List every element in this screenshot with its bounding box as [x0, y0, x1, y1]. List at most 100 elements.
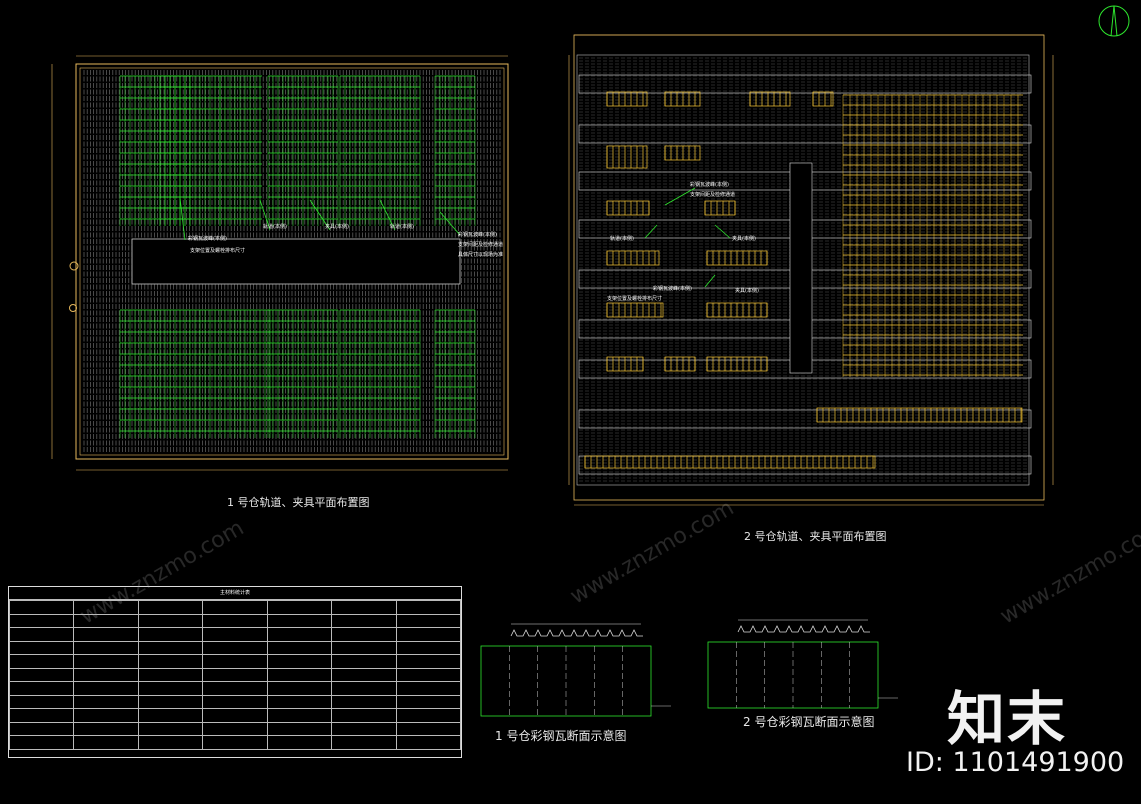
table-cell	[137, 735, 204, 750]
table-cell	[73, 667, 139, 682]
table-cell	[202, 735, 268, 750]
table-cell	[202, 681, 268, 696]
table-cell	[202, 721, 268, 736]
callout-label: 支架位置及螺栓排布尺寸	[190, 247, 245, 254]
table-cell	[266, 667, 333, 682]
table-cell	[8, 735, 75, 750]
table-cell	[266, 627, 333, 642]
table-cell	[395, 667, 462, 682]
plan-2-drawing: 彩钢瓦波峰(本侧) 支架间距及检修通道轨道(本侧) 夹具(本侧) 彩钢瓦波峰(本侧) 夹…	[568, 34, 1054, 506]
callout-label: 夹具(本侧)	[732, 235, 756, 242]
table-row	[8, 721, 462, 736]
table-cell	[73, 735, 139, 750]
table-cell	[331, 667, 397, 682]
table-cell	[202, 667, 268, 682]
table-cell	[137, 613, 204, 628]
hook-symbol	[69, 304, 77, 312]
table-row	[8, 640, 462, 655]
table-cell	[331, 654, 397, 669]
table-cell	[395, 735, 462, 750]
table-cell	[395, 708, 462, 723]
table-cell	[395, 681, 462, 696]
clamp-block	[706, 302, 768, 318]
table-cell	[202, 627, 268, 642]
purlin-band	[578, 455, 1032, 475]
section-2-drawing	[707, 619, 898, 709]
table-cell	[8, 708, 75, 723]
section-1-title: 1 号仓彩钢瓦断面示意图	[495, 729, 627, 743]
callout-label: 轨道(本侧)	[263, 223, 287, 230]
table-cell	[8, 694, 75, 709]
callout-label: 支架位置及螺栓排布尺寸	[607, 295, 662, 302]
table-cell	[331, 681, 397, 696]
table-cell	[395, 600, 462, 615]
table-cell	[8, 681, 75, 696]
callout-label: 彩钢瓦波峰(本侧)	[690, 181, 729, 188]
table-cell	[202, 708, 268, 723]
table-cell	[266, 654, 333, 669]
table-cell	[73, 627, 139, 642]
table-cell	[137, 721, 204, 736]
table-cell	[8, 613, 75, 628]
table-cell	[73, 694, 139, 709]
table-cell	[266, 721, 333, 736]
callout-label: 夹具(本侧)	[735, 287, 759, 294]
watermark-id: ID: 1101491900	[906, 747, 1125, 778]
column-strip	[789, 162, 813, 374]
table-cell	[266, 600, 333, 615]
table-cell	[266, 640, 333, 655]
hook-symbol	[69, 261, 79, 271]
table-cell	[395, 721, 462, 736]
watermark-site-text: www.znzmo.com	[566, 495, 739, 610]
clamp-block	[339, 309, 421, 438]
table-cell	[137, 654, 204, 669]
table-cell	[202, 613, 268, 628]
table-cell	[266, 708, 333, 723]
table-cell	[8, 600, 75, 615]
callout-label: 彩钢瓦波峰(本侧)	[458, 231, 497, 238]
clamp-block	[159, 75, 221, 226]
maintenance-walkway	[131, 238, 461, 285]
table-cell	[8, 667, 75, 682]
table-cell	[331, 721, 397, 736]
purlin-band	[578, 124, 1032, 144]
watermark-logo: 知末	[947, 685, 1068, 753]
table-cell	[331, 708, 397, 723]
leader-line	[714, 224, 731, 239]
material-table-title: 主材料统计表	[9, 587, 461, 600]
table-cell	[331, 735, 397, 750]
callout-label: 彩钢瓦波峰(本侧)	[188, 235, 227, 242]
section-2-title: 2 号仓彩钢瓦断面示意图	[743, 715, 875, 729]
clamp-block-large	[842, 94, 1023, 377]
clamp-block	[119, 75, 192, 226]
table-cell	[137, 694, 204, 709]
north-arrow-icon	[1098, 5, 1130, 37]
table-cell	[202, 694, 268, 709]
table-cell	[8, 627, 75, 642]
table-cell	[73, 681, 139, 696]
table-cell	[8, 654, 75, 669]
table-cell	[395, 694, 462, 709]
table-row	[8, 735, 462, 750]
table-cell	[395, 627, 462, 642]
callout-label: 夹具(本侧)	[325, 223, 349, 230]
table-cell	[8, 721, 75, 736]
table-row	[8, 613, 462, 628]
table-cell	[331, 627, 397, 642]
clamp-block	[706, 356, 768, 372]
table-cell	[73, 640, 139, 655]
table-cell	[137, 640, 204, 655]
plan-2-notes	[716, 541, 1046, 601]
table-cell	[202, 600, 268, 615]
table-cell	[331, 613, 397, 628]
callout-label: 支架间距及检修通道	[690, 191, 735, 198]
callout-label: 具体尺寸以现场为准	[458, 251, 503, 258]
table-cell	[137, 708, 204, 723]
table-cell	[395, 654, 462, 669]
purlin-band	[578, 409, 1032, 429]
material-table: 主材料统计表	[8, 586, 462, 758]
callout-label: 轨道(本侧)	[610, 235, 634, 242]
clamp-block	[706, 250, 768, 266]
table-row	[8, 694, 462, 709]
table-cell	[137, 627, 204, 642]
